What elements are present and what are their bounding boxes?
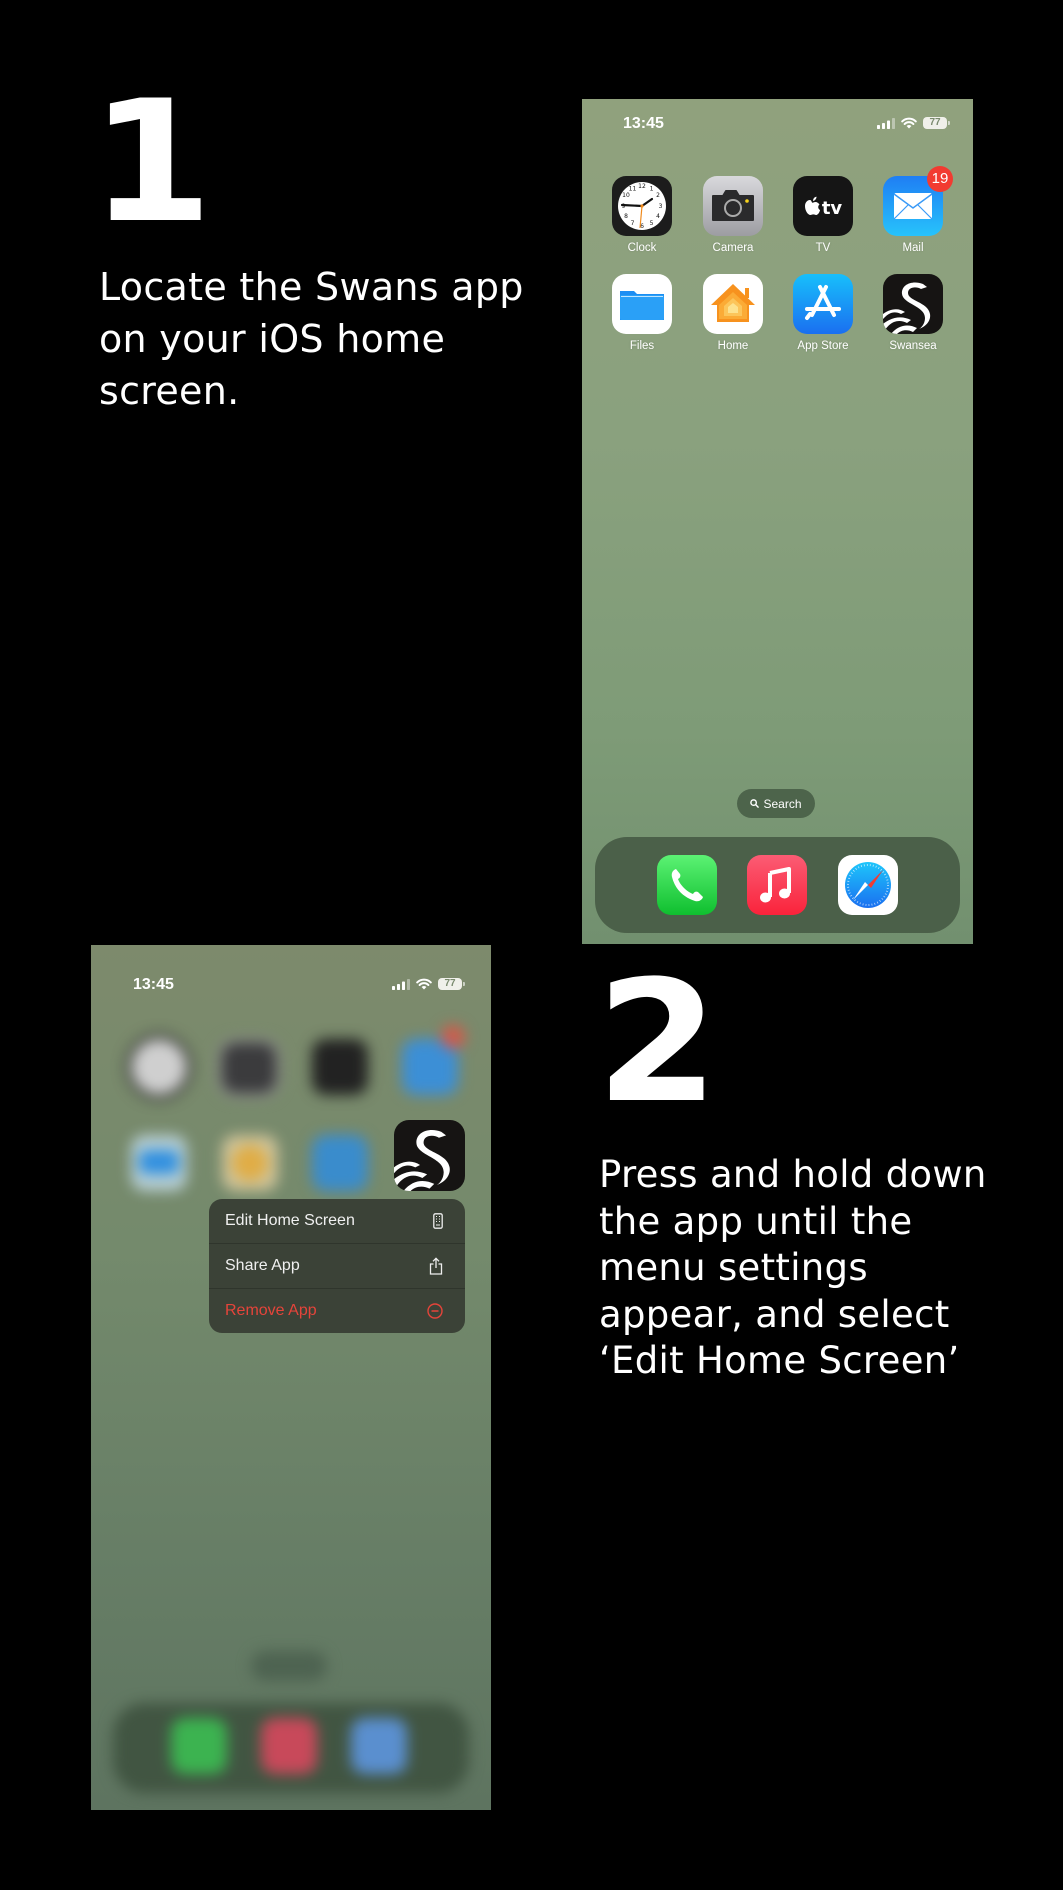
minus-circle-icon xyxy=(427,1303,443,1319)
wifi-icon xyxy=(416,978,432,990)
menu-item-edit-home-screen[interactable]: Edit Home Screen xyxy=(209,1199,465,1244)
app-context-menu: Edit Home Screen Share App Remove App xyxy=(209,1199,465,1333)
status-bar: 13:45 77 xyxy=(91,959,491,993)
phone-icon xyxy=(171,1718,227,1774)
swansea-icon xyxy=(883,274,943,334)
battery-icon: 77 xyxy=(923,117,950,129)
battery-icon: 77 xyxy=(438,978,465,990)
svg-text:1: 1 xyxy=(650,186,654,193)
app-label: Camera xyxy=(712,242,754,254)
menu-item-label: Remove App xyxy=(225,1302,317,1319)
menu-item-label: Share App xyxy=(225,1257,300,1274)
files-icon xyxy=(612,274,672,334)
app-tv[interactable]: tv TV xyxy=(793,176,853,254)
app-camera[interactable]: Camera xyxy=(703,176,763,254)
step-2-instruction: Press and hold down the app until the me… xyxy=(599,1153,987,1382)
svg-text:12: 12 xyxy=(638,183,646,190)
status-bar: 13:45 77 xyxy=(582,113,973,133)
share-icon xyxy=(429,1257,443,1275)
app-files[interactable]: Files xyxy=(612,274,672,352)
notification-badge: 19 xyxy=(927,166,953,192)
menu-item-label: Edit Home Screen xyxy=(225,1212,355,1229)
app-app-store[interactable]: App Store xyxy=(793,274,853,352)
step-number-1: 1 xyxy=(90,64,213,260)
swansea-icon xyxy=(394,1130,450,1191)
app-label: Clock xyxy=(627,242,657,254)
notification-badge xyxy=(441,1025,465,1049)
dock-app-phone[interactable] xyxy=(657,855,717,915)
menu-item-remove-app[interactable]: Remove App xyxy=(209,1289,465,1333)
svg-text:tv: tv xyxy=(822,198,843,219)
svg-text:7: 7 xyxy=(631,220,635,227)
step-number-2: 2 xyxy=(596,944,719,1140)
app-clock[interactable]: 12 1 2 345 678 9 10 11 Clock xyxy=(612,176,672,254)
music-icon xyxy=(261,1718,317,1774)
phone-icon xyxy=(657,855,717,915)
apple-tv-icon xyxy=(312,1039,368,1095)
svg-text:5: 5 xyxy=(650,220,654,227)
spotlight-search-button[interactable]: Search xyxy=(737,789,815,818)
app-label: Home xyxy=(717,340,749,352)
svg-text:4: 4 xyxy=(656,213,660,220)
search-label: Search xyxy=(763,796,802,811)
camera-icon xyxy=(222,1043,276,1093)
dock-app-safari[interactable] xyxy=(838,855,898,915)
clock-icon: 12 1 2 345 678 9 10 11 xyxy=(612,176,672,236)
svg-text:2: 2 xyxy=(656,192,660,199)
home-screen-screenshot: 13:45 77 12 1 2 345 678 9 10 11 Clock Ca… xyxy=(582,99,973,944)
app-label: App Store xyxy=(797,340,849,352)
cellular-signal-icon xyxy=(877,117,895,129)
svg-text:3: 3 xyxy=(659,203,663,210)
wifi-icon xyxy=(901,117,917,129)
app-label: TV xyxy=(815,242,831,254)
phone-screen-icon xyxy=(433,1213,443,1229)
app-label: Mail xyxy=(902,242,924,254)
dock xyxy=(595,837,960,933)
step-1-instruction: Locate the Swans app on your iOS home sc… xyxy=(99,265,524,413)
app-store-icon xyxy=(312,1135,368,1191)
spotlight-search-button xyxy=(251,1651,327,1681)
context-menu-screenshot: 13:45 77 Edit Home Screen Share App Remo… xyxy=(91,945,491,1810)
svg-text:11: 11 xyxy=(629,186,637,193)
status-time: 13:45 xyxy=(623,115,664,132)
menu-item-share-app[interactable]: Share App xyxy=(209,1244,465,1289)
clock-icon xyxy=(131,1039,187,1095)
app-home[interactable]: Home xyxy=(703,274,763,352)
app-store-icon xyxy=(793,274,853,334)
dock-app-music[interactable] xyxy=(747,855,807,915)
app-label: Files xyxy=(629,340,655,352)
music-icon xyxy=(747,855,807,915)
svg-text:8: 8 xyxy=(624,213,628,220)
svg-text:10: 10 xyxy=(622,192,630,199)
home-icon xyxy=(703,274,763,334)
app-swansea[interactable]: Swansea xyxy=(883,274,943,352)
app-mail[interactable]: 19 Mail xyxy=(883,166,953,254)
safari-icon xyxy=(838,855,898,915)
camera-icon xyxy=(703,176,763,236)
status-time: 13:45 xyxy=(133,976,174,993)
app-label: Swansea xyxy=(889,340,937,352)
cellular-signal-icon xyxy=(392,978,410,990)
search-icon xyxy=(750,799,760,808)
apple-tv-icon: tv xyxy=(793,176,853,236)
safari-icon xyxy=(351,1718,407,1774)
mail-icon: 19 xyxy=(883,166,953,236)
swansea-app-icon-focused[interactable] xyxy=(394,1120,465,1191)
